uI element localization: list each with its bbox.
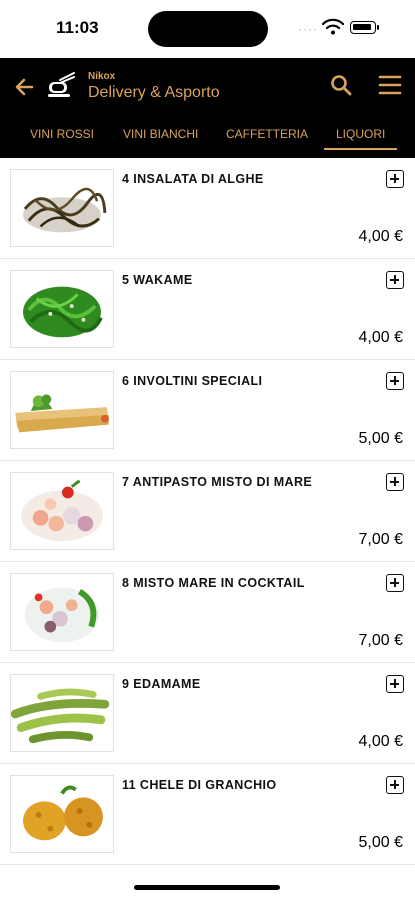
- category-tabs: VINI ROSSI VINI BIANCHI CAFFETTERIA LIQU…: [0, 124, 415, 158]
- restaurant-logo-icon: [48, 72, 75, 97]
- add-to-cart-plus-icon[interactable]: [386, 675, 404, 693]
- brand-name: Nikox: [88, 71, 116, 82]
- product-image-spring-rolls: [10, 371, 114, 449]
- app-header: Nikox Delivery & Asporto VINI ROSSI VINI…: [0, 58, 415, 158]
- list-item[interactable]: 6 INVOLTINI SPECIALI 5,00 €: [0, 360, 415, 461]
- item-price: 7,00 €: [358, 632, 403, 649]
- home-indicator[interactable]: [134, 885, 280, 890]
- tab-liquori[interactable]: LIQUORI: [324, 127, 398, 150]
- page-title: Delivery & Asporto: [88, 84, 220, 101]
- product-image-seafood-platter: [10, 472, 114, 550]
- product-image-crab-claws: [10, 775, 114, 853]
- list-item[interactable]: 5 WAKAME 4,00 €: [0, 259, 415, 360]
- signal-dots: ····: [298, 22, 318, 36]
- item-name: 6 INVOLTINI SPECIALI: [122, 374, 263, 388]
- item-name: 4 INSALATA DI ALGHE: [122, 172, 264, 186]
- item-price: 4,00 €: [358, 228, 403, 245]
- item-name: 7 ANTIPASTO MISTO DI MARE: [122, 475, 313, 489]
- item-price: 7,00 €: [358, 531, 403, 548]
- item-name: 5 WAKAME: [122, 273, 193, 287]
- add-to-cart-plus-icon[interactable]: [386, 574, 404, 592]
- battery-icon: [350, 21, 379, 34]
- tab-vini-bianchi[interactable]: VINI BIANCHI: [123, 127, 198, 141]
- add-to-cart-plus-icon[interactable]: [386, 473, 404, 491]
- list-item[interactable]: 11 CHELE DI GRANCHIO 5,00 €: [0, 764, 415, 865]
- item-name: 11 CHELE DI GRANCHIO: [122, 778, 277, 792]
- item-price: 5,00 €: [358, 834, 403, 851]
- add-to-cart-plus-icon[interactable]: [386, 776, 404, 794]
- product-list: 4 INSALATA DI ALGHE 4,00 € 5 WAKAME 4,00…: [0, 158, 415, 865]
- product-image-seaweed-salad: [10, 169, 114, 247]
- list-item[interactable]: 8 MISTO MARE IN COCKTAIL 7,00 €: [0, 562, 415, 663]
- item-name: 8 MISTO MARE IN COCKTAIL: [122, 576, 305, 590]
- wifi-icon: [322, 18, 344, 35]
- status-bar: 11:03 ····: [0, 0, 415, 58]
- list-item[interactable]: 7 ANTIPASTO MISTO DI MARE 7,00 €: [0, 461, 415, 562]
- item-price: 4,00 €: [358, 733, 403, 750]
- list-item[interactable]: 9 EDAMAME 4,00 €: [0, 663, 415, 764]
- add-to-cart-plus-icon[interactable]: [386, 271, 404, 289]
- product-image-wakame: [10, 270, 114, 348]
- tab-caffetteria[interactable]: CAFFETTERIA: [226, 127, 308, 141]
- add-to-cart-plus-icon[interactable]: [386, 372, 404, 390]
- tab-vini-rossi[interactable]: VINI ROSSI: [30, 127, 94, 141]
- search-icon[interactable]: [330, 74, 352, 96]
- hamburger-menu-icon[interactable]: [378, 74, 402, 96]
- item-price: 4,00 €: [358, 329, 403, 346]
- list-item[interactable]: 4 INSALATA DI ALGHE 4,00 €: [0, 158, 415, 259]
- status-time: 11:03: [56, 18, 99, 37]
- add-to-cart-plus-icon[interactable]: [386, 170, 404, 188]
- back-arrow-icon[interactable]: [12, 74, 38, 100]
- item-name: 9 EDAMAME: [122, 677, 201, 691]
- item-price: 5,00 €: [358, 430, 403, 447]
- product-image-seafood-cocktail: [10, 573, 114, 651]
- dynamic-island: [148, 11, 268, 47]
- product-image-edamame: [10, 674, 114, 752]
